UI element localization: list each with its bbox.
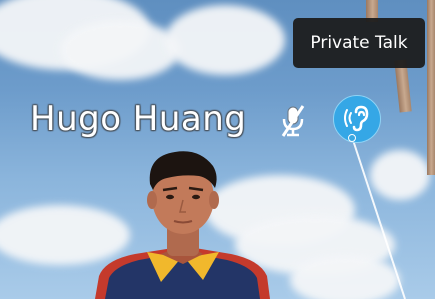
user-name-label: Hugo Huang [30, 99, 247, 139]
ear-sound-waves-icon [344, 105, 369, 132]
avatar [95, 151, 270, 299]
microphone-muted-icon[interactable] [279, 104, 307, 138]
pointer-anchor-dot [348, 134, 356, 142]
private-talk-button[interactable] [333, 95, 381, 143]
private-talk-tooltip: Private Talk [293, 18, 425, 68]
vr-scene: Hugo Huang Private Talk [0, 0, 435, 299]
